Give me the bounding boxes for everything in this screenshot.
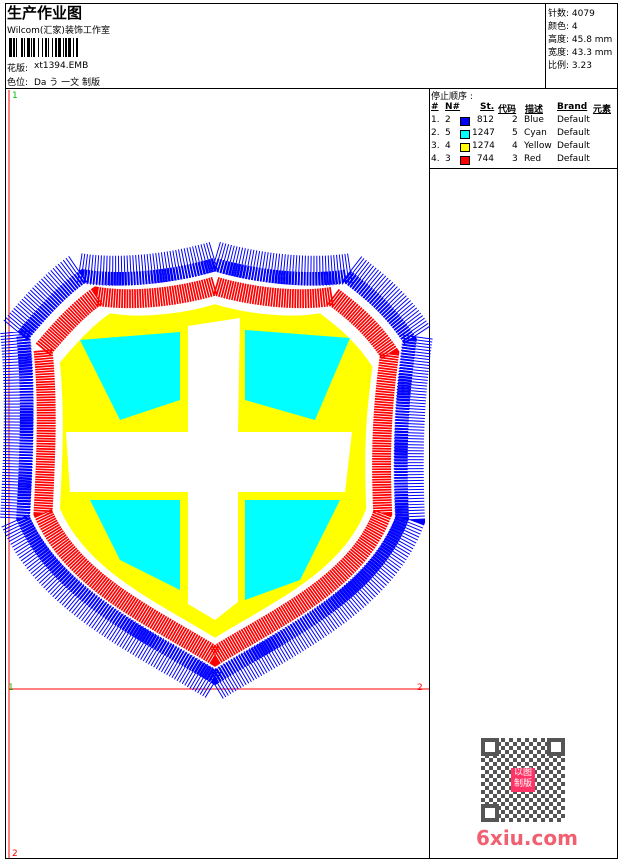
design-canvas: 1 1 2 2	[0, 90, 620, 859]
marker-mid-left: 1	[8, 683, 14, 693]
marker-top-left: 1	[12, 91, 18, 101]
production-sheet: 生产作业图 Wilcom(汇家)装饰工作室 花版: xt1394.EMB 色位:…	[0, 0, 620, 860]
stamp-logo: 以图制版	[511, 768, 535, 792]
watermark-text: 6xiu.com	[476, 826, 578, 850]
embroidery-shield	[15, 256, 418, 686]
marker-mid-right: 2	[417, 683, 423, 693]
marker-bottom-left: 2	[12, 849, 18, 859]
qr-code: 以图制版	[481, 738, 565, 822]
